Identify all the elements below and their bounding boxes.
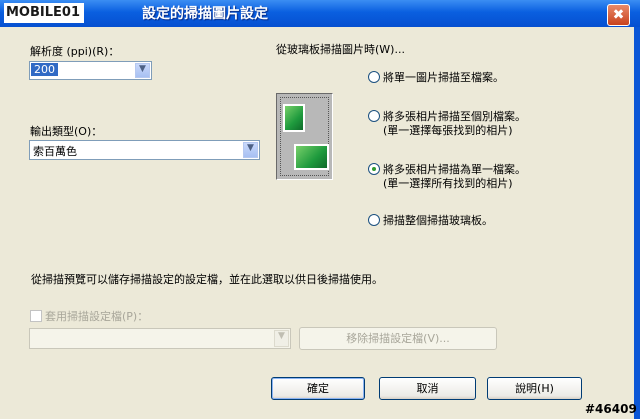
remove-profile-button[interactable]: 移除掃描設定檔(V)...: [299, 327, 497, 350]
profile-select[interactable]: ▼: [29, 328, 291, 349]
output-type-label: 輸出類型(O)：: [30, 125, 103, 138]
chevron-down-icon[interactable]: ▼: [135, 63, 150, 78]
radio-whole-bed[interactable]: [368, 214, 380, 226]
photo-thumbnail: [294, 144, 329, 170]
close-button[interactable]: ✖: [607, 4, 630, 26]
chevron-down-icon[interactable]: ▼: [274, 330, 289, 347]
option-label: 掃描整個掃描玻璃板。: [383, 214, 493, 227]
profile-checkbox[interactable]: [30, 310, 42, 322]
scan-options-heading: 從玻璃板掃描圖片時(W)...: [276, 43, 405, 56]
scanner-bed-preview: [276, 93, 333, 180]
watermark-logo: MOBILE01: [4, 3, 84, 23]
watermark-stamp: #46409: [585, 402, 637, 416]
radio-multi-separate[interactable]: [368, 110, 380, 122]
option-label: 將單一圖片掃描至檔案。: [383, 71, 504, 84]
radio-multi-single-file[interactable]: [368, 163, 380, 175]
cancel-button[interactable]: 取消: [379, 377, 476, 400]
close-icon: ✖: [612, 7, 625, 23]
option-sublabel: (單一選擇所有找到的相片): [383, 177, 513, 190]
window-border: [634, 27, 640, 419]
resolution-select[interactable]: 200 ▼: [29, 61, 152, 80]
watermark-text: MOBILE01: [6, 5, 80, 20]
radio-single-image[interactable]: [368, 71, 380, 83]
option-sublabel: (單一選擇每張找到的相片): [383, 124, 513, 137]
dialog-body: 解析度 (ppi)(R)： 200 ▼ 輸出類型(O)： 索百萬色 ▼ 從玻璃板…: [0, 27, 634, 419]
title-bar: MOBILE01 設定的掃描圖片設定 ✖: [0, 0, 640, 27]
help-button[interactable]: 說明(H): [487, 377, 582, 400]
profile-checkbox-label: 套用掃描設定檔(P)：: [45, 310, 149, 323]
photo-thumbnail: [283, 104, 305, 132]
window-title: 設定的掃描圖片設定: [142, 6, 268, 22]
profile-info-text: 從掃描預覽可以儲存掃描設定的設定檔，並在此選取以供日後掃描使用。: [31, 273, 383, 286]
output-type-value: 索百萬色: [33, 145, 77, 158]
ok-button[interactable]: 確定: [271, 377, 365, 400]
output-type-select[interactable]: 索百萬色 ▼: [29, 140, 260, 160]
chevron-down-icon[interactable]: ▼: [243, 142, 258, 158]
resolution-value: 200: [31, 63, 58, 76]
resolution-label: 解析度 (ppi)(R)：: [30, 45, 120, 58]
